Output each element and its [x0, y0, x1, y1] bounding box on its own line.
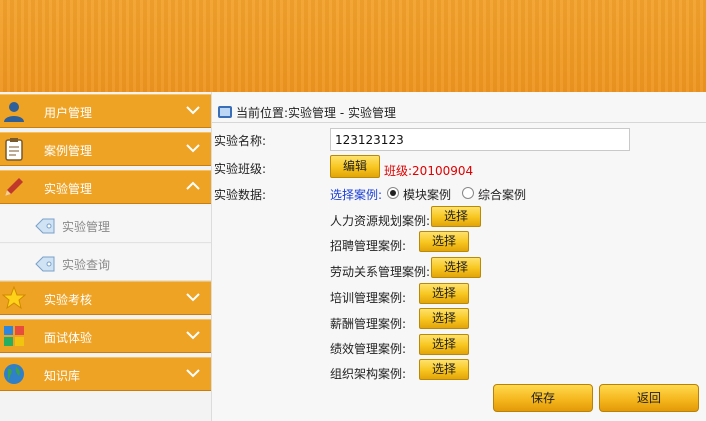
experiment-name-input[interactable] [330, 128, 630, 151]
pencil-icon [5, 178, 23, 196]
name-label: 实验名称: [214, 134, 267, 148]
breadcrumb-text: 当前位置:实验管理 - 实验管理 [236, 106, 397, 120]
sidebar-item-label: 知识库 [44, 369, 81, 383]
case-label-recruitment: 招聘管理案例: [330, 239, 407, 253]
sidebar-item-label: 案例管理 [44, 144, 93, 158]
case-label-org-structure: 组织架构案例: [330, 367, 407, 381]
puzzle-icon [4, 326, 24, 346]
class-value: 班级:20100904 [384, 164, 474, 178]
select-button[interactable]: 选择 [419, 283, 469, 304]
case-label-labor-relations: 劳动关系管理案例: [330, 265, 431, 279]
chevron-down-icon [186, 331, 200, 340]
subitem-label: 实验查询 [62, 258, 111, 272]
case-label-compensation: 薪酬管理案例: [330, 317, 407, 331]
subitem-experiment-management[interactable]: 实验管理 [0, 206, 211, 243]
sidebar-item-knowledge-base[interactable]: 知识库 [0, 357, 211, 391]
user-icon [4, 102, 24, 122]
breadcrumb: 当前位置:实验管理 - 实验管理 [218, 104, 396, 120]
edit-button[interactable]: 编辑 [330, 155, 380, 178]
select-case-label: 选择案例: [330, 188, 383, 202]
tag-icon [35, 218, 55, 234]
sidebar-item-interview-experience[interactable]: 面试体验 [0, 319, 211, 353]
clipboard-icon [5, 138, 23, 161]
select-button[interactable]: 选择 [431, 206, 481, 227]
sidebar-item-user-management[interactable]: 用户管理 [0, 94, 211, 128]
chevron-down-icon [186, 293, 200, 302]
chevron-down-icon [186, 369, 200, 378]
data-label: 实验数据: [214, 188, 267, 202]
sidebar-item-experiment-management[interactable]: 实验管理 [0, 170, 211, 204]
radio-label: 模块案例 [403, 188, 452, 202]
case-label-training: 培训管理案例: [330, 291, 407, 305]
chevron-up-icon [186, 181, 200, 190]
monitor-icon [218, 106, 232, 118]
select-button[interactable]: 选择 [419, 231, 469, 252]
radio-module-case[interactable] [387, 187, 399, 199]
case-label-performance: 绩效管理案例: [330, 342, 407, 356]
sidebar-item-experiment-assessment[interactable]: 实验考核 [0, 281, 211, 315]
select-button[interactable]: 选择 [431, 257, 481, 278]
sidebar-item-label: 实验管理 [44, 182, 93, 196]
sidebar-item-label: 实验考核 [44, 293, 93, 307]
sidebar-item-label: 用户管理 [44, 106, 93, 120]
sidebar: 用户管理 案例管理 实验管理 实验管理 实验查询 实验考核 面试体验 知识库 [0, 92, 212, 421]
subitem-experiment-query[interactable]: 实验查询 [0, 244, 211, 281]
select-button[interactable]: 选择 [419, 334, 469, 355]
divider [212, 122, 706, 123]
radio-label: 综合案例 [478, 188, 527, 202]
star-icon [2, 286, 26, 310]
chevron-down-icon [186, 144, 200, 153]
tag-icon [35, 256, 55, 272]
sidebar-item-label: 面试体验 [44, 331, 93, 345]
class-label: 实验班级: [214, 162, 267, 176]
back-button[interactable]: 返回 [599, 384, 699, 412]
radio-composite-case[interactable] [462, 187, 474, 199]
globe-icon [4, 364, 24, 384]
subitem-label: 实验管理 [62, 220, 111, 234]
header-banner [0, 0, 706, 92]
chevron-down-icon [186, 106, 200, 115]
select-button[interactable]: 选择 [419, 359, 469, 380]
sidebar-item-case-management[interactable]: 案例管理 [0, 132, 211, 166]
select-button[interactable]: 选择 [419, 308, 469, 329]
main-content: 当前位置:实验管理 - 实验管理 实验名称: 实验班级: 编辑 班级:20100… [212, 92, 706, 421]
save-button[interactable]: 保存 [493, 384, 593, 412]
case-label-hr-planning: 人力资源规划案例: [330, 214, 431, 228]
